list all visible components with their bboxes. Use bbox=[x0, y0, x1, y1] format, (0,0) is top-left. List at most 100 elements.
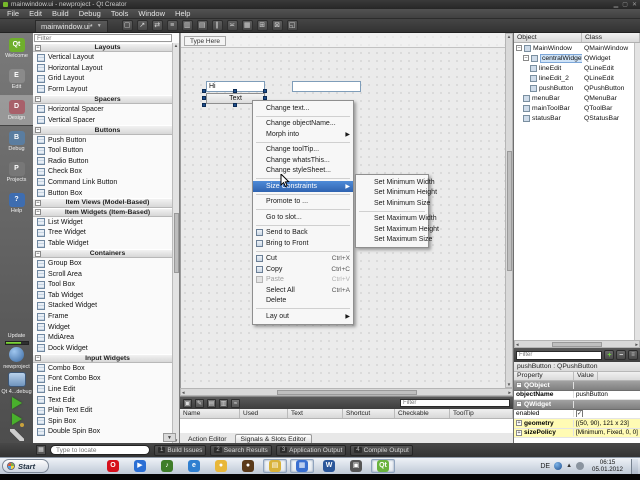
widget-item-form-layout[interactable]: Form Layout bbox=[33, 84, 172, 95]
mode-help[interactable]: ? Help bbox=[0, 188, 33, 219]
widget-item-group-box[interactable]: Group Box bbox=[33, 258, 172, 269]
mode-welcome[interactable]: Qt Welcome bbox=[0, 33, 33, 64]
widget-item-grid-layout[interactable]: Grid Layout bbox=[33, 74, 172, 85]
widget-item-stacked-widget[interactable]: Stacked Widget bbox=[33, 301, 172, 312]
column-checkable[interactable]: Checkable bbox=[395, 409, 450, 418]
menu-item-size-constraints[interactable]: Size Constraints ▶ bbox=[253, 181, 353, 192]
column-tooltip[interactable]: ToolTip bbox=[450, 409, 513, 418]
scroll-right-icon[interactable]: ► bbox=[508, 390, 512, 395]
object-row-lineedit-2[interactable]: lineEdit_2 QLineEdit bbox=[514, 73, 640, 83]
widget-item-dock-widget[interactable]: Dock Widget bbox=[33, 343, 172, 354]
widget-item-radio-button[interactable]: Radio Button bbox=[33, 156, 172, 167]
debug-run-button[interactable] bbox=[11, 413, 24, 427]
scrollbar-thumb[interactable] bbox=[552, 341, 602, 347]
widget-item-frame[interactable]: Frame bbox=[33, 311, 172, 322]
widget-item-horizontal-spacer[interactable]: Horizontal Spacer bbox=[33, 104, 172, 115]
property-row-objectname[interactable]: objectName pushButton bbox=[514, 391, 640, 400]
taskbar-winamp-icon[interactable]: ♪ bbox=[155, 459, 179, 473]
action-table-body[interactable] bbox=[180, 419, 513, 433]
menu-item-promote-to[interactable]: Promote to ... bbox=[253, 197, 353, 208]
widget-item-tree-widget[interactable]: Tree Widget bbox=[33, 228, 172, 239]
taskbar-explorer-folder-icon[interactable]: ▤ bbox=[263, 459, 287, 473]
submenu-item-set-minimum-size[interactable]: Set Minimum Size bbox=[356, 198, 430, 209]
tray-expand-icon[interactable]: ▲ bbox=[566, 463, 572, 469]
menu-item-bring-to-front[interactable]: Bring to Front bbox=[253, 238, 353, 249]
menu-file[interactable]: File bbox=[2, 9, 24, 19]
configure-icon[interactable]: ≡ bbox=[628, 350, 638, 360]
scrollbar-thumb[interactable] bbox=[173, 213, 179, 273]
menu-item-change-objectname[interactable]: Change objectName... bbox=[253, 119, 353, 130]
widget-item-table-widget[interactable]: Table Widget bbox=[33, 238, 172, 249]
taskbar-word-icon[interactable]: W bbox=[317, 459, 341, 473]
panel-collapse-button[interactable]: ▼ bbox=[163, 433, 176, 442]
tray-app-icon[interactable] bbox=[554, 462, 563, 470]
action-filter-input[interactable] bbox=[400, 399, 510, 407]
canvas-horizontal-scrollbar[interactable]: ◄ ► bbox=[180, 388, 513, 396]
widget-item-vertical-spacer[interactable]: Vertical Spacer bbox=[33, 115, 172, 126]
locator-menu-button[interactable]: ▦ bbox=[36, 445, 46, 455]
add-property-button[interactable]: + bbox=[604, 350, 615, 360]
taskbar-media-player-icon[interactable]: ▶ bbox=[128, 459, 152, 473]
widget-item-font-combo-box[interactable]: Font Combo Box bbox=[33, 374, 172, 385]
widget-box-scrollbar[interactable]: ▲ ▼ bbox=[172, 43, 179, 443]
menu-build[interactable]: Build bbox=[47, 9, 74, 19]
widget-section-input-widgets[interactable]: − Input Widgets bbox=[33, 353, 172, 363]
menu-item-morph-into[interactable]: Morph into ▶ bbox=[253, 129, 353, 140]
layout-horizontally-icon[interactable]: ▥ bbox=[181, 20, 193, 31]
close-button[interactable]: ✕ bbox=[632, 2, 637, 8]
object-row-maintoolbar[interactable]: mainToolBar QToolBar bbox=[514, 103, 640, 113]
edit-action-icon[interactable]: ✎ bbox=[195, 398, 204, 408]
expander-icon[interactable]: − bbox=[516, 401, 522, 408]
mode-design[interactable]: D Design bbox=[0, 95, 33, 126]
layout-splitter-horizontal-icon[interactable]: ∥ bbox=[211, 20, 223, 31]
output-pane-search-results[interactable]: 2 Search Results bbox=[210, 444, 272, 456]
object-inspector-scrollbar[interactable] bbox=[634, 43, 640, 340]
widget-item-button-box[interactable]: Button Box bbox=[33, 188, 172, 199]
output-pane-application-output[interactable]: 3 Application Output bbox=[275, 444, 347, 456]
widget-item-check-box[interactable]: Check Box bbox=[33, 167, 172, 178]
language-indicator[interactable]: DE bbox=[540, 463, 550, 470]
object-inspector-hscrollbar[interactable]: ◄ ► bbox=[514, 340, 640, 348]
widget-section-buttons[interactable]: − Buttons bbox=[33, 125, 172, 135]
break-layout-icon[interactable]: ⊠ bbox=[271, 20, 283, 31]
edit-tab-order-icon[interactable]: ≡ bbox=[166, 20, 178, 31]
object-row-menubar[interactable]: menuBar QMenuBar bbox=[514, 93, 640, 103]
collapse-icon[interactable]: − bbox=[35, 250, 41, 257]
expander-icon[interactable]: − bbox=[516, 382, 522, 389]
locator-input[interactable] bbox=[50, 445, 150, 455]
edit-widgets-icon[interactable]: ▢ bbox=[121, 20, 133, 31]
target-selector-icon[interactable] bbox=[7, 372, 26, 387]
menu-window[interactable]: Window bbox=[133, 9, 170, 19]
object-row-statusbar[interactable]: statusBar QStatusBar bbox=[514, 113, 640, 123]
edit-signals-slots-icon[interactable]: ↗ bbox=[136, 20, 148, 31]
build-button[interactable] bbox=[9, 429, 24, 441]
object-row-lineedit[interactable]: lineEdit QLineEdit bbox=[514, 63, 640, 73]
canvas-vertical-scrollbar[interactable]: ▲ ▼ bbox=[505, 33, 513, 388]
widget-item-combo-box[interactable]: Combo Box bbox=[33, 363, 172, 374]
property-group-qobject[interactable]: − QObject bbox=[514, 381, 640, 391]
layout-vertically-icon[interactable]: ▤ bbox=[196, 20, 208, 31]
layout-splitter-vertical-icon[interactable]: ≍ bbox=[226, 20, 238, 31]
widget-item-tool-box[interactable]: Tool Box bbox=[33, 279, 172, 290]
widget-item-spin-box[interactable]: Spin Box bbox=[33, 416, 172, 427]
widget-item-plain-text-edit[interactable]: Plain Text Edit bbox=[33, 405, 172, 416]
taskbar-display-settings-icon[interactable]: ▦ bbox=[290, 459, 314, 473]
widget-item-tool-button[interactable]: Tool Button bbox=[33, 145, 172, 156]
line-edit-2[interactable] bbox=[292, 81, 361, 92]
edit-buddies-icon[interactable]: ⇄ bbox=[151, 20, 163, 31]
menu-item-select-all[interactable]: Select All Ctrl+A bbox=[253, 285, 353, 296]
taskbar-qt-creator-icon[interactable]: Qt bbox=[371, 459, 395, 473]
widget-item-line-edit[interactable]: Line Edit bbox=[33, 384, 172, 395]
volume-icon[interactable] bbox=[576, 462, 585, 470]
widget-item-command-link-button[interactable]: Command Link Button bbox=[33, 177, 172, 188]
menu-item-change-whatsthis[interactable]: Change whatsThis... bbox=[253, 155, 353, 166]
expander-icon[interactable]: − bbox=[523, 55, 529, 61]
scrollbar-thumb[interactable] bbox=[276, 389, 417, 395]
widget-item-vertical-layout[interactable]: Vertical Layout bbox=[33, 52, 172, 63]
menu-item-lay-out[interactable]: Lay out ▶ bbox=[253, 311, 353, 322]
start-button[interactable]: Start bbox=[2, 459, 49, 473]
layout-grid-icon[interactable]: ⊞ bbox=[256, 20, 268, 31]
scroll-right-icon[interactable]: ► bbox=[635, 342, 639, 347]
run-button[interactable] bbox=[11, 397, 22, 411]
collapse-icon[interactable]: − bbox=[35, 355, 41, 362]
